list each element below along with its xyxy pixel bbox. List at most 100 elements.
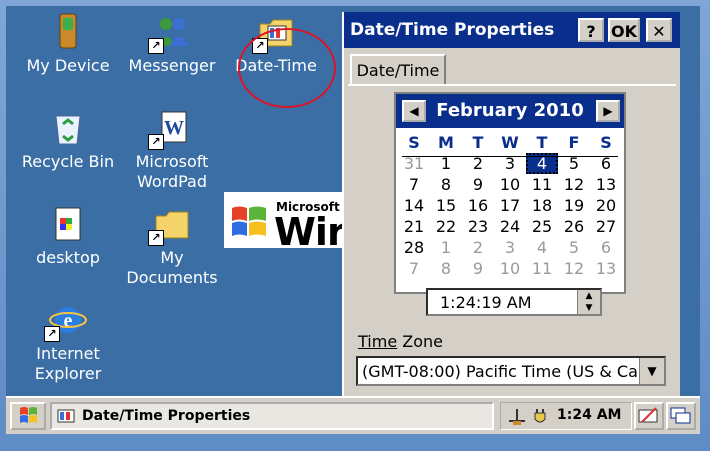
desktop-icon-desktop[interactable]: desktop — [16, 204, 120, 268]
taskbar: Date/Time Properties 1:24 AM — [6, 396, 700, 434]
calendar-day[interactable]: 6 — [590, 237, 622, 258]
day-of-week: S — [408, 133, 420, 152]
desktop-icon-label: Messenger — [128, 56, 216, 75]
windows-flag-icon — [20, 407, 37, 423]
shortcut-arrow-icon: ↗ — [44, 326, 60, 342]
calendar-day[interactable]: 25 — [526, 216, 558, 237]
desktop-icon-wordpad[interactable]: W ↗ Microsoft WordPad — [120, 108, 224, 192]
desktop-icon-label: My Device — [26, 56, 110, 75]
calendar-day[interactable]: 3 — [494, 237, 526, 258]
start-button[interactable] — [10, 402, 46, 430]
calendar-day[interactable]: 20 — [590, 195, 622, 216]
calendar-day[interactable]: 11 — [526, 258, 558, 279]
calendar-day[interactable]: 2 — [462, 237, 494, 258]
calendar-day[interactable]: 16 — [462, 195, 494, 216]
calendar-day[interactable]: 17 — [494, 195, 526, 216]
wordpad-icon: W ↗ — [148, 108, 192, 150]
show-desktop-button[interactable] — [666, 402, 696, 430]
calendar-day[interactable]: 7 — [398, 174, 430, 195]
taskbar-item-date-time[interactable]: Date/Time Properties — [50, 402, 494, 430]
calendar-day[interactable]: 10 — [494, 174, 526, 195]
ie-icon: e ↗ — [44, 300, 88, 342]
time-zone-select[interactable]: (GMT-08:00) Pacific Time (US & Canada) ▼ — [356, 356, 666, 386]
calendar-day[interactable]: 21 — [398, 216, 430, 237]
keyboard-pen-icon — [638, 407, 658, 423]
time-zone-label-text: Zone — [402, 332, 443, 351]
desktop-icon-my-documents[interactable]: ↗ My Documents — [120, 204, 224, 288]
shortcut-arrow-icon: ↗ — [148, 38, 164, 54]
calendar-day[interactable]: 5 — [558, 237, 590, 258]
calendar-day[interactable]: 19 — [558, 195, 590, 216]
pda-icon — [48, 12, 88, 52]
calendar-day[interactable]: 1 — [430, 237, 462, 258]
input-panel-button[interactable] — [634, 402, 664, 430]
day-of-week: S — [600, 133, 612, 152]
calendar-header: ◀ February 2010 ▶ — [396, 94, 624, 128]
calendar-day[interactable]: 26 — [558, 216, 590, 237]
calendar-day[interactable]: 23 — [462, 216, 494, 237]
desktop-icon-recycle-bin[interactable]: Recycle Bin — [16, 108, 120, 172]
calendar-day[interactable]: 18 — [526, 195, 558, 216]
calendar-divider — [402, 156, 618, 157]
calendar-day[interactable]: 15 — [430, 195, 462, 216]
calendar-week-row: 21 22 23 24 25 26 27 — [398, 216, 622, 237]
time-spinner[interactable]: ▲ ▼ — [577, 290, 600, 314]
calendar-day[interactable]: 28 — [398, 237, 430, 258]
folder-icon: ↗ — [148, 204, 192, 246]
clock[interactable]: 1:24 AM — [557, 407, 621, 423]
tab-date-time[interactable]: Date/Time — [350, 54, 446, 86]
calendar-day[interactable]: 8 — [430, 258, 462, 279]
desktop-icon-messenger[interactable]: ↗ Messenger — [120, 12, 224, 76]
spin-down-icon[interactable]: ▼ — [578, 302, 600, 314]
calendar-day[interactable]: 27 — [590, 216, 622, 237]
network-icon[interactable] — [505, 405, 529, 427]
calendar-day[interactable]: 14 — [398, 195, 430, 216]
dialog-titlebar[interactable]: Date/Time Properties ? OK ✕ — [344, 12, 680, 48]
calendar-week-row: 28 1 2 3 4 5 6 — [398, 237, 622, 258]
desktop-icon-my-device[interactable]: My Device — [16, 12, 120, 76]
calendar-day[interactable]: 13 — [590, 174, 622, 195]
svg-text:W: W — [164, 117, 184, 139]
power-plug-icon[interactable] — [529, 405, 551, 427]
calendar-day[interactable]: 8 — [430, 174, 462, 195]
calendar-week-row: 7 8 9 10 11 12 13 — [398, 258, 622, 279]
windows-flag-icon — [232, 206, 266, 236]
calendar-day[interactable]: 11 — [526, 174, 558, 195]
calendar-day[interactable]: 13 — [590, 258, 622, 279]
calendar-day[interactable]: 9 — [462, 174, 494, 195]
system-tray: 1:24 AM — [500, 402, 632, 430]
desktop-icon-internet-explorer[interactable]: e ↗ Internet Explorer — [16, 300, 120, 384]
time-value: 1:24:19 AM — [440, 293, 532, 312]
close-button[interactable]: ✕ — [646, 18, 672, 42]
desktop-icon-label: Recycle Bin — [21, 152, 115, 171]
calendar-day[interactable]: 7 — [398, 258, 430, 279]
calendar-day[interactable]: 22 — [430, 216, 462, 237]
dropdown-arrow-icon[interactable]: ▼ — [639, 358, 664, 384]
calendar-day[interactable]: 12 — [558, 174, 590, 195]
shortcut-arrow-icon: ↗ — [148, 230, 164, 246]
day-of-week: T — [536, 133, 548, 152]
calendar: ◀ February 2010 ▶ S M T W T F S 31 1 2 3 4 5 6… — [394, 92, 626, 294]
spin-up-icon[interactable]: ▲ — [578, 290, 600, 302]
windows-logo: Microsoft Wir — [224, 192, 342, 248]
ok-button[interactable]: OK — [608, 18, 640, 42]
prev-month-button[interactable]: ◀ — [402, 100, 426, 122]
calendar-day[interactable]: 24 — [494, 216, 526, 237]
messenger-icon: ↗ — [148, 12, 192, 54]
annotation-circle — [238, 28, 336, 108]
time-input[interactable]: 1:24:19 AM ▲ ▼ — [426, 288, 602, 316]
calendar-day[interactable]: 9 — [462, 258, 494, 279]
time-zone-label: Time Zone — [358, 332, 443, 351]
calendar-week-row: 7 8 9 10 11 12 13 — [398, 174, 622, 195]
days-of-week-row: S M T W T F S — [398, 132, 622, 153]
calendar-day[interactable]: 12 — [558, 258, 590, 279]
calendar-weeks: 31 1 2 3 4 5 6 7 8 9 10 11 12 13 14 15 16 17 18 19 20 21 22 23 2… — [398, 153, 622, 279]
help-button[interactable]: ? — [578, 18, 604, 42]
date-time-properties-dialog: Date/Time Properties ? OK ✕ Date/Time ◀ … — [342, 12, 680, 396]
calendar-day[interactable]: 4 — [526, 237, 558, 258]
calendar-day[interactable]: 10 — [494, 258, 526, 279]
next-month-button[interactable]: ▶ — [596, 100, 620, 122]
shortcut-arrow-icon: ↗ — [148, 134, 164, 150]
desktop-icon-label: Internet Explorer — [34, 344, 102, 383]
month-label[interactable]: February 2010 — [426, 100, 594, 121]
